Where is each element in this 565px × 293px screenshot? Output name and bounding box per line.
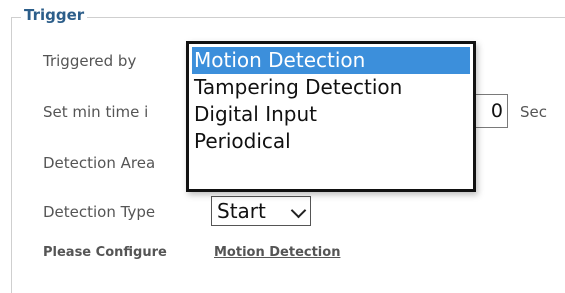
detection-area-label: Detection Area (43, 154, 156, 172)
trigger-legend: Trigger (21, 6, 88, 24)
detection-type-value: Start (217, 199, 266, 223)
option-digital-input[interactable]: Digital Input (189, 101, 473, 128)
triggered-by-dropdown-list[interactable]: Motion Detection Tampering Detection Dig… (186, 41, 476, 192)
detection-type-select[interactable]: Start (211, 196, 311, 226)
detection-type-label: Detection Type (43, 203, 156, 221)
chevron-down-icon (290, 202, 307, 219)
min-time-label: Set min time i (43, 103, 149, 121)
option-tampering-detection[interactable]: Tampering Detection (189, 74, 473, 101)
please-configure-label: Please Configure (43, 245, 167, 260)
motion-detection-link[interactable]: Motion Detection (214, 245, 340, 260)
option-periodical[interactable]: Periodical (189, 128, 473, 155)
option-motion-detection[interactable]: Motion Detection (192, 47, 470, 74)
min-time-unit: Sec (520, 103, 547, 121)
triggered-by-label: Triggered by (43, 52, 137, 70)
